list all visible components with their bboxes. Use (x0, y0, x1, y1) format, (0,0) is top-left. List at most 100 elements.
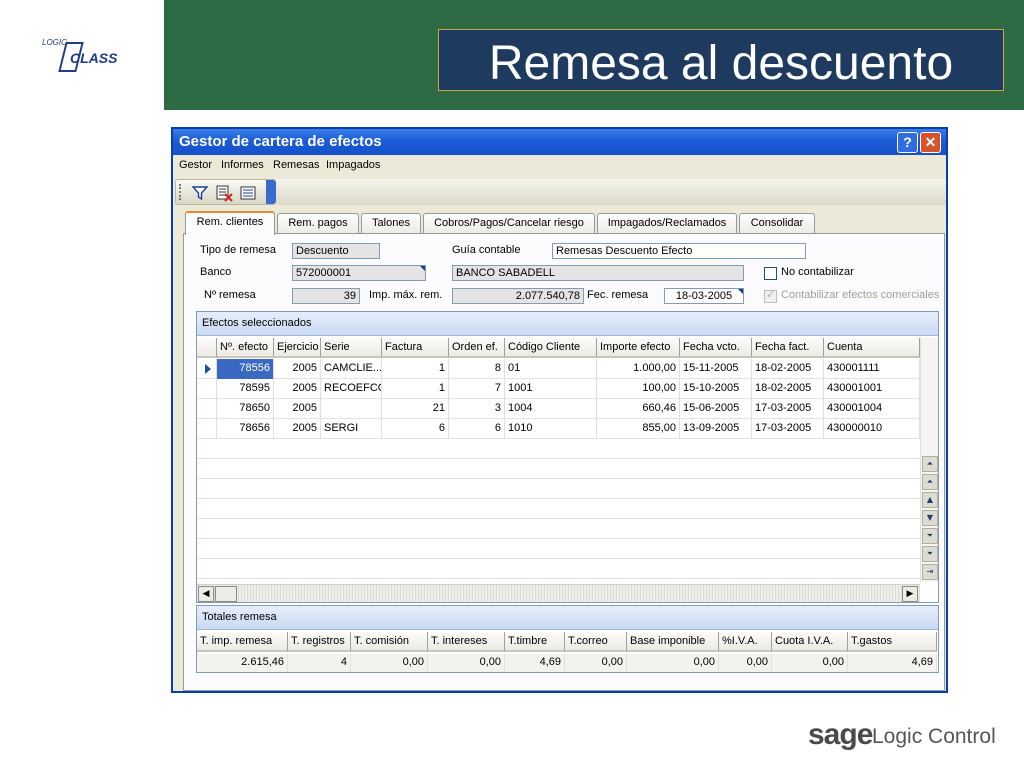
horizontal-scrollbar[interactable]: ◀ ▶ (197, 584, 920, 602)
num-remesa-field[interactable]: 39 (292, 288, 360, 304)
guia-contable-field[interactable]: Remesas Descuento Efecto (552, 243, 806, 259)
cell-codigo-cliente[interactable]: 01 (505, 359, 597, 379)
guia-contable-label: Guía contable (452, 244, 521, 256)
no-contabilizar-checkbox[interactable] (764, 267, 777, 280)
delete-icon[interactable] (214, 183, 234, 203)
scroll-thumb[interactable] (215, 586, 237, 602)
cell-fecha-vcto[interactable]: 15-06-2005 (680, 399, 752, 419)
brand-logo: sage Logic Control (808, 718, 1008, 758)
tot-gastos-value: 4,69 (848, 654, 937, 672)
cell-fecha-vcto[interactable]: 13-09-2005 (680, 419, 752, 439)
cell-num-efecto[interactable]: 78650 (217, 399, 274, 419)
col-serie[interactable]: Serie (321, 338, 382, 358)
title-bar[interactable]: Gestor de cartera de efectos ? ✕ (173, 129, 946, 155)
scroll-page-down-icon[interactable]: ⏷ (922, 528, 938, 544)
tipo-remesa-label: Tipo de remesa (200, 244, 277, 256)
scroll-page-up-icon[interactable]: ⏶ (922, 474, 938, 490)
scroll-left-icon[interactable]: ◀ (198, 586, 214, 602)
toolbar (175, 179, 276, 205)
close-button[interactable]: ✕ (920, 132, 941, 153)
cell-codigo-cliente[interactable]: 1001 (505, 379, 597, 399)
cell-fecha-vcto[interactable]: 15-11-2005 (680, 359, 752, 379)
tab-impagados[interactable]: Impagados/Reclamados (597, 213, 737, 233)
cell-codigo-cliente[interactable]: 1010 (505, 419, 597, 439)
cell-importe-efecto[interactable]: 855,00 (597, 419, 680, 439)
cell-importe-efecto[interactable]: 100,00 (597, 379, 680, 399)
contabilizar-checkbox[interactable] (764, 288, 777, 303)
cell-serie[interactable]: CAMCLIE... (321, 359, 382, 379)
cell-orden-ef[interactable]: 3 (449, 399, 505, 419)
col-ejercicio[interactable]: Ejercicio (274, 338, 321, 358)
cell-cuenta[interactable]: 430001111 (824, 359, 920, 379)
cell-cuenta[interactable]: 430000010 (824, 419, 920, 439)
scroll-right-icon[interactable]: ▶ (902, 586, 918, 602)
cell-ejercicio[interactable]: 2005 (274, 379, 321, 399)
fec-remesa-field[interactable]: 18-03-2005 (664, 288, 744, 304)
cell-cuenta[interactable]: 430001004 (824, 399, 920, 419)
menu-informes[interactable]: Informes (221, 159, 264, 171)
cell-num-efecto[interactable]: 78595 (217, 379, 274, 399)
cell-serie[interactable] (321, 399, 382, 419)
banco-name-field[interactable]: BANCO SABADELL (452, 265, 744, 281)
menu-gestor[interactable]: Gestor (179, 159, 212, 171)
cell-fecha-vcto[interactable]: 15-10-2005 (680, 379, 752, 399)
fec-remesa-label: Fec. remesa (587, 289, 649, 301)
cell-orden-ef[interactable]: 7 (449, 379, 505, 399)
cell-num-efecto[interactable]: 78656 (217, 419, 274, 439)
col-fecha-fact[interactable]: Fecha fact. (752, 338, 824, 358)
tab-rem-clientes[interactable]: Rem. clientes (185, 211, 275, 235)
help-button[interactable]: ? (897, 132, 918, 153)
list-icon[interactable] (238, 183, 258, 203)
table-row[interactable]: 78656 2005 SERGI 6 6 1010 855,00 13-09-2… (197, 419, 920, 439)
tot-col-timbre: T.timbre (505, 632, 565, 652)
cell-cuenta[interactable]: 430001001 (824, 379, 920, 399)
banco-code-field[interactable]: 572000001 (292, 265, 426, 281)
table-row[interactable]: 78595 2005 RECOEFCO 1 7 1001 100,00 15-1… (197, 379, 920, 399)
table-row[interactable]: 78556 2005 CAMCLIE... 1 8 01 1.000,00 15… (197, 359, 920, 379)
toolbar-overflow-icon[interactable] (266, 180, 276, 204)
scroll-export-icon[interactable]: ⇥ (922, 564, 938, 580)
cell-codigo-cliente[interactable]: 1004 (505, 399, 597, 419)
toolbar-grip-icon[interactable] (179, 184, 181, 200)
cell-factura[interactable]: 1 (382, 379, 449, 399)
cell-num-efecto[interactable]: 78556 (217, 359, 274, 379)
cell-fecha-fact[interactable]: 18-02-2005 (752, 359, 824, 379)
cell-fecha-fact[interactable]: 17-03-2005 (752, 419, 824, 439)
filter-icon[interactable] (190, 183, 210, 203)
scroll-first-icon[interactable]: ⏶ (922, 456, 938, 472)
col-factura[interactable]: Factura (382, 338, 449, 358)
cell-serie[interactable]: RECOEFCO (321, 379, 382, 399)
cell-fecha-fact[interactable]: 18-02-2005 (752, 379, 824, 399)
col-num-efecto[interactable]: Nº. efecto (217, 338, 274, 358)
menu-impagados[interactable]: Impagados (326, 159, 380, 171)
col-codigo-cliente[interactable]: Código Cliente (505, 338, 597, 358)
tab-rem-pagos[interactable]: Rem. pagos (277, 213, 359, 233)
cell-ejercicio[interactable]: 2005 (274, 419, 321, 439)
cell-fecha-fact[interactable]: 17-03-2005 (752, 399, 824, 419)
cell-importe-efecto[interactable]: 660,46 (597, 399, 680, 419)
tab-talones[interactable]: Talones (361, 213, 421, 233)
table-row[interactable]: 78650 2005 21 3 1004 660,46 15-06-2005 1… (197, 399, 920, 419)
tipo-remesa-field[interactable]: Descuento (292, 243, 380, 259)
cell-factura[interactable]: 21 (382, 399, 449, 419)
vertical-scrollbar[interactable]: ⏶ ⏶ ▲ ▼ ⏷ ⏷ ⇥ (920, 338, 938, 582)
imp-max-field[interactable]: 2.077.540,78 (452, 288, 584, 304)
cell-factura[interactable]: 6 (382, 419, 449, 439)
cell-importe-efecto[interactable]: 1.000,00 (597, 359, 680, 379)
scroll-last-icon[interactable]: ⏷ (922, 546, 938, 562)
cell-ejercicio[interactable]: 2005 (274, 359, 321, 379)
cell-orden-ef[interactable]: 6 (449, 419, 505, 439)
col-fecha-vcto[interactable]: Fecha vcto. (680, 338, 752, 358)
cell-ejercicio[interactable]: 2005 (274, 399, 321, 419)
tab-consolidar[interactable]: Consolidar (739, 213, 815, 233)
tab-cobros-pagos[interactable]: Cobros/Pagos/Cancelar riesgo (423, 213, 595, 233)
scroll-down-icon[interactable]: ▼ (922, 510, 938, 526)
col-importe-efecto[interactable]: Importe efecto (597, 338, 680, 358)
cell-factura[interactable]: 1 (382, 359, 449, 379)
menu-remesas[interactable]: Remesas (273, 159, 319, 171)
scroll-up-icon[interactable]: ▲ (922, 492, 938, 508)
cell-orden-ef[interactable]: 8 (449, 359, 505, 379)
cell-serie[interactable]: SERGI (321, 419, 382, 439)
col-cuenta[interactable]: Cuenta (824, 338, 920, 358)
col-orden-ef[interactable]: Orden ef. (449, 338, 505, 358)
